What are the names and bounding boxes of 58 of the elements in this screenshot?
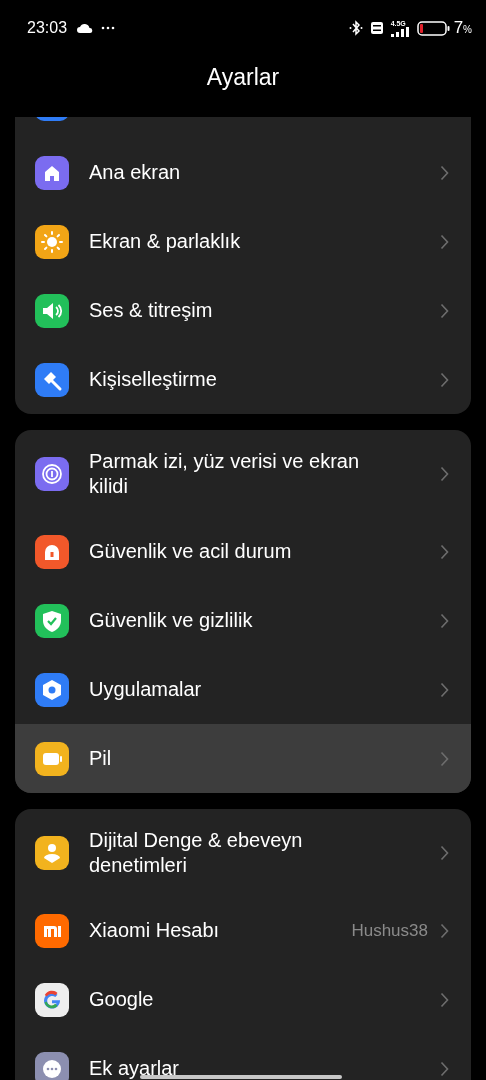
google-icon <box>35 982 69 1017</box>
page-title: Ayarlar <box>206 64 280 91</box>
chevron-icon <box>440 681 449 698</box>
item-label: Google <box>89 987 154 1012</box>
item-label: Pil <box>89 746 112 771</box>
chevron-icon <box>440 844 449 861</box>
item-label: Dijital Denge & ebeveyn denetimleri <box>89 827 304 878</box>
fingerprint-icon <box>35 456 69 491</box>
cloud-icon <box>77 23 94 33</box>
bluetooth-icon <box>348 20 363 36</box>
chevron-icon <box>440 543 449 560</box>
settings-item[interactable]: Güvenlik ve gizlilik <box>15 586 471 655</box>
chevron-icon <box>440 750 449 767</box>
settings-item[interactable]: Uygulamalar <box>15 655 471 724</box>
chevron-icon <box>440 612 449 629</box>
item-value: Hushus38 <box>351 920 428 941</box>
chat-dots-icon <box>35 1051 69 1080</box>
chevron-icon <box>440 991 449 1008</box>
chevron-icon <box>440 922 449 939</box>
item-label: Güvenlik ve acil durum <box>89 539 292 564</box>
clock-time: 23:03 <box>27 19 68 37</box>
item-label: Ana ekran <box>89 160 181 185</box>
house-icon <box>35 155 69 190</box>
item-label: Uygulamalar <box>89 677 202 702</box>
settings-item[interactable]: Ses & titreşim <box>15 276 471 345</box>
brush-icon <box>35 362 69 397</box>
more-dots-icon <box>101 26 116 30</box>
settings-item[interactable]: Xiaomi Hesabı Hushus38 <box>15 896 471 965</box>
item-label: Kişiselleştirme <box>89 367 217 392</box>
chevron-icon <box>440 1060 449 1077</box>
item-label: Ses & titreşim <box>89 298 213 323</box>
chevron-icon <box>440 465 449 482</box>
item-label: Güvenlik ve gizlilik <box>89 608 253 633</box>
settings-item[interactable]: Parmak izi, yüz verisi ve ekran kilidi <box>15 430 471 517</box>
chevron-icon <box>440 371 449 388</box>
chevron-icon <box>440 164 449 181</box>
signal-icon <box>390 26 409 37</box>
shield-icon <box>35 603 69 638</box>
mi-icon <box>35 913 69 948</box>
percent-sign: % <box>463 24 472 35</box>
chevron-icon <box>440 233 449 250</box>
speaker-icon <box>35 293 69 328</box>
item-label: Parmak izi, yüz verisi ve ekran kilidi <box>89 448 361 499</box>
battery-icon <box>35 741 69 776</box>
settings-item[interactable]: Kişiselleştirme <box>15 345 471 414</box>
settings-item[interactable]: Güvenlik ve acil durum <box>15 517 471 586</box>
sun-icon <box>35 224 69 259</box>
settings-item[interactable]: Dijital Denge & ebeveyn denetimleri <box>15 809 471 896</box>
chevron-icon <box>440 302 449 319</box>
settings-item[interactable]: Ekran & parlaklık <box>15 207 471 276</box>
item-label: Xiaomi Hesabı <box>89 918 220 943</box>
settings-item[interactable]: Google <box>15 965 471 1034</box>
settings-item[interactable]: Pil <box>15 724 471 793</box>
item-label: Ek ayarlar <box>89 1056 180 1080</box>
battery-icon <box>416 20 450 36</box>
battery-percent: 7 <box>453 18 464 37</box>
item-label: Ekran & parlaklık <box>89 229 241 254</box>
settings-item[interactable]: Ana ekran <box>15 138 471 207</box>
